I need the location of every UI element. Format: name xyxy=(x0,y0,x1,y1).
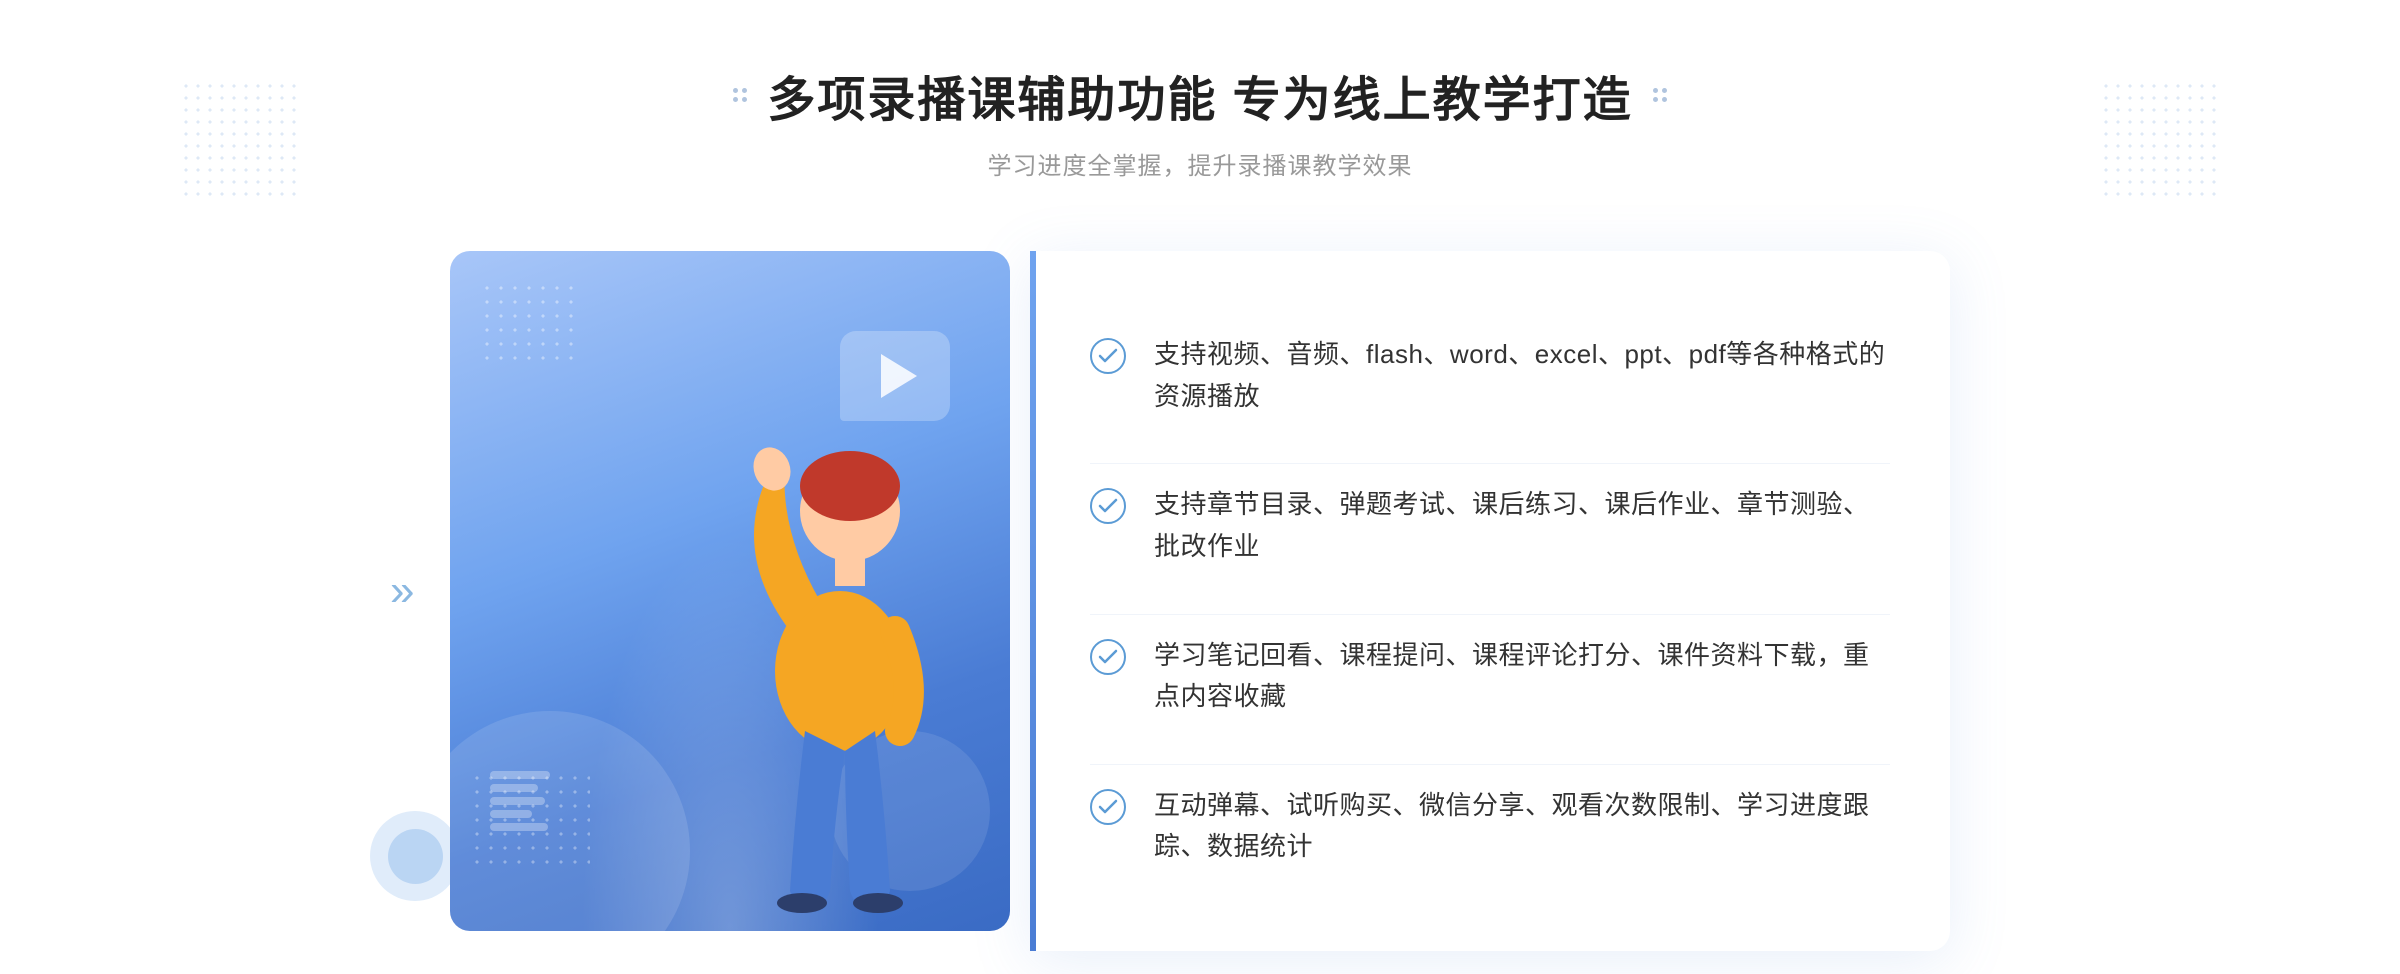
header-section: 多项录播课辅助功能 专为线上教学打造 学习进度全掌握，提升录播课教学效果 xyxy=(0,60,2400,181)
left-illustration xyxy=(450,231,1030,951)
check-icon-2 xyxy=(1090,488,1126,524)
feature-text-2: 支持章节目录、弹题考试、课后练习、课后作业、章节测验、批改作业 xyxy=(1154,484,1890,567)
illus-stripes xyxy=(490,751,550,851)
feature-item-3: 学习笔记回看、课程提问、课程评论打分、课件资料下载，重点内容收藏 xyxy=(1090,614,1890,738)
feature-item-4: 互动弹幕、试听购买、微信分享、观看次数限制、学习进度跟踪、数据统计 xyxy=(1090,764,1890,888)
outer-circle xyxy=(370,811,460,901)
main-content: » xyxy=(450,231,1950,951)
feature-text-1: 支持视频、音频、flash、word、excel、ppt、pdf等各种格式的资源… xyxy=(1154,334,1890,417)
inner-circle xyxy=(388,829,443,884)
page-subtitle: 学习进度全掌握，提升录播课教学效果 xyxy=(0,146,2400,181)
human-figure-illustration xyxy=(630,331,1010,931)
stripe-2 xyxy=(490,784,538,792)
illus-dots-top xyxy=(480,281,580,361)
stripe-1 xyxy=(490,771,550,779)
bottom-left-decoration xyxy=(370,811,460,901)
page-title: 多项录播课辅助功能 专为线上教学打造 xyxy=(767,60,1632,130)
feature-item-1: 支持视频、音频、flash、word、excel、ppt、pdf等各种格式的资源… xyxy=(1090,314,1890,437)
check-icon-1 xyxy=(1090,338,1126,374)
right-panel: 支持视频、音频、flash、word、excel、ppt、pdf等各种格式的资源… xyxy=(1030,251,1950,951)
title-row: 多项录播课辅助功能 专为线上教学打造 xyxy=(0,60,2400,130)
illustration-background xyxy=(450,251,1010,931)
stripe-4 xyxy=(490,810,532,818)
check-icon-4 xyxy=(1090,789,1126,825)
stripe-5 xyxy=(490,823,548,831)
stripe-3 xyxy=(490,797,545,805)
page-wrapper: 多项录播课辅助功能 专为线上教学打造 学习进度全掌握，提升录播课教学效果 » xyxy=(0,0,2400,974)
feature-text-3: 学习笔记回看、课程提问、课程评论打分、课件资料下载，重点内容收藏 xyxy=(1154,635,1890,718)
left-chevron-icon: » xyxy=(390,566,414,616)
feature-text-4: 互动弹幕、试听购买、微信分享、观看次数限制、学习进度跟踪、数据统计 xyxy=(1154,785,1890,868)
feature-item-2: 支持章节目录、弹题考试、课后练习、课后作业、章节测验、批改作业 xyxy=(1090,463,1890,587)
title-decoration-right xyxy=(1653,88,1667,102)
check-icon-3 xyxy=(1090,639,1126,675)
title-decoration-left xyxy=(733,88,747,102)
